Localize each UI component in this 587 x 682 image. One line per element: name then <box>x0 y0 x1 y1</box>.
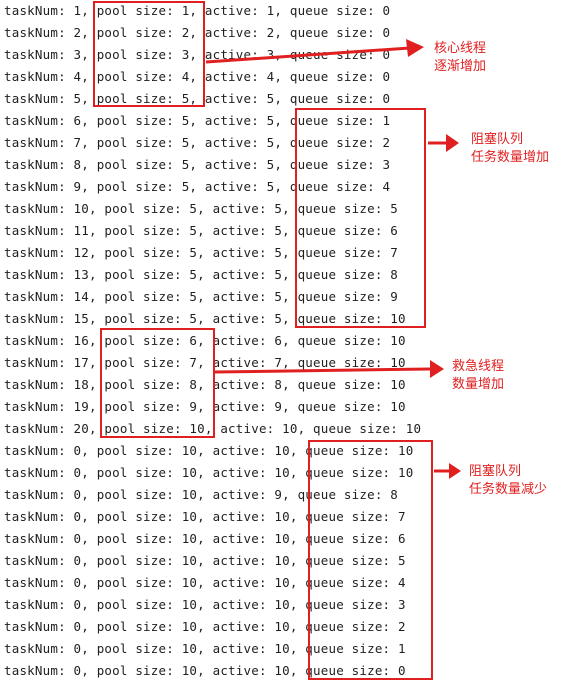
console-line: taskNum: 0, pool size: 10, active: 10, q… <box>4 597 406 612</box>
console-line: taskNum: 3, pool size: 3, active: 3, que… <box>4 47 391 62</box>
console-line: taskNum: 4, pool size: 4, active: 4, que… <box>4 69 391 84</box>
note-core-threads: 核心线程 逐渐增加 <box>434 40 486 76</box>
note-queue-grow-line2: 任务数量增加 <box>471 150 550 165</box>
note-queue-shrink: 阻塞队列 任务数量减少 <box>469 463 547 499</box>
console-line: taskNum: 0, pool size: 10, active: 9, qu… <box>4 487 399 502</box>
console-line: taskNum: 0, pool size: 10, active: 10, q… <box>4 465 414 480</box>
console-line: taskNum: 6, pool size: 5, active: 5, que… <box>4 113 391 128</box>
console-line: taskNum: 0, pool size: 10, active: 10, q… <box>4 663 406 678</box>
console-line: taskNum: 13, pool size: 5, active: 5, qu… <box>4 267 399 282</box>
console-line: taskNum: 12, pool size: 5, active: 5, qu… <box>4 245 399 260</box>
console-line: taskNum: 8, pool size: 5, active: 5, que… <box>4 157 391 172</box>
console-line: taskNum: 0, pool size: 10, active: 10, q… <box>4 575 406 590</box>
console-line: taskNum: 1, pool size: 1, active: 1, que… <box>4 3 391 18</box>
note-queue-shrink-line1: 阻塞队列 <box>469 464 522 479</box>
console-line: taskNum: 7, pool size: 5, active: 5, que… <box>4 135 391 150</box>
console-line: taskNum: 0, pool size: 10, active: 10, q… <box>4 443 414 458</box>
console-line: taskNum: 9, pool size: 5, active: 5, que… <box>4 179 391 194</box>
console-line: taskNum: 2, pool size: 2, active: 2, que… <box>4 25 391 40</box>
note-queue-grow: 阻塞队列 任务数量增加 <box>471 131 549 167</box>
console-line: taskNum: 0, pool size: 10, active: 10, q… <box>4 553 406 568</box>
note-emergency-line2: 数量增加 <box>452 377 505 392</box>
note-core-threads-line1: 核心线程 <box>434 41 487 56</box>
console-line: taskNum: 18, pool size: 8, active: 8, qu… <box>4 377 406 392</box>
console-line: taskNum: 11, pool size: 5, active: 5, qu… <box>4 223 399 238</box>
console-line: taskNum: 0, pool size: 10, active: 10, q… <box>4 641 406 656</box>
console-line: taskNum: 0, pool size: 10, active: 10, q… <box>4 619 406 634</box>
console-line: taskNum: 10, pool size: 5, active: 5, qu… <box>4 201 399 216</box>
console-line: taskNum: 19, pool size: 9, active: 9, qu… <box>4 399 406 414</box>
note-queue-shrink-line2: 任务数量减少 <box>469 482 548 497</box>
note-queue-grow-line1: 阻塞队列 <box>471 132 524 147</box>
console-line: taskNum: 14, pool size: 5, active: 5, qu… <box>4 289 399 304</box>
note-emergency: 救急线程 数量增加 <box>452 358 504 394</box>
arrow-queue-grow <box>428 134 459 152</box>
console-line: taskNum: 20, pool size: 10, active: 10, … <box>4 421 422 436</box>
note-core-threads-line2: 逐渐增加 <box>434 59 487 74</box>
console-line: taskNum: 0, pool size: 10, active: 10, q… <box>4 531 406 546</box>
note-emergency-line1: 救急线程 <box>452 359 505 374</box>
console-line: taskNum: 17, pool size: 7, active: 7, qu… <box>4 355 406 370</box>
console-line: taskNum: 5, pool size: 5, active: 5, que… <box>4 91 391 106</box>
console-line: taskNum: 16, pool size: 6, active: 6, qu… <box>4 333 406 348</box>
console-line: taskNum: 15, pool size: 5, active: 5, qu… <box>4 311 406 326</box>
console-line: taskNum: 0, pool size: 10, active: 10, q… <box>4 509 406 524</box>
arrow-queue-shrink <box>434 463 461 479</box>
